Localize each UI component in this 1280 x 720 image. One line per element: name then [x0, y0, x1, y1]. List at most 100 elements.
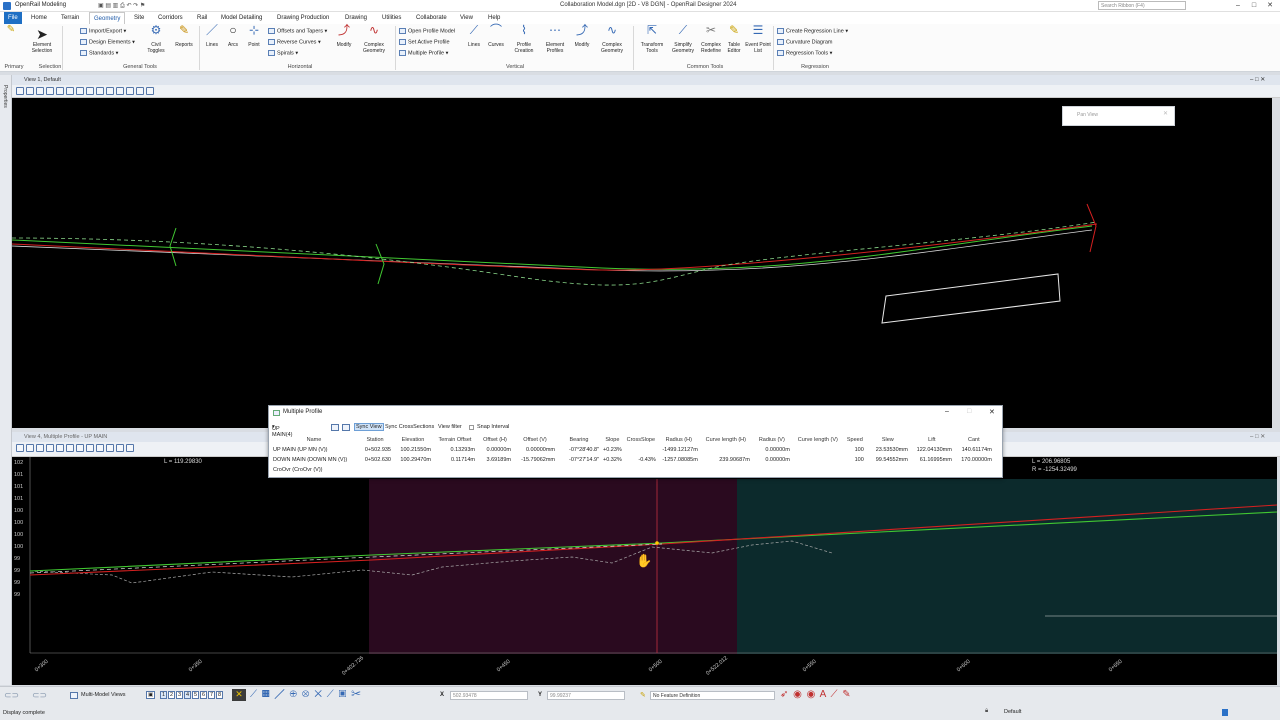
copy-view-icon[interactable]: [126, 87, 134, 95]
table-editor-button[interactable]: ✎ Table Editor: [723, 24, 745, 54]
view1-scrollbar[interactable]: [1272, 98, 1280, 428]
rotate-view-icon[interactable]: [86, 87, 94, 95]
offsets-tapers-button[interactable]: Offsets and Tapers ▾: [268, 28, 327, 34]
clip-volume-icon[interactable]: [136, 87, 144, 95]
view-next-icon[interactable]: [116, 87, 124, 95]
save-view-icon[interactable]: [116, 444, 124, 452]
column-header[interactable]: CrossSlope: [624, 435, 658, 445]
column-header[interactable]: Elevation: [393, 435, 433, 445]
arcs-button[interactable]: ○ Arcs: [224, 24, 242, 48]
vertical-modify-button[interactable]: ⤴ Modify: [571, 24, 593, 48]
column-header[interactable]: Cant: [954, 435, 994, 445]
dialog-minimize-button[interactable]: –: [945, 408, 949, 415]
zoom-out-icon[interactable]: [56, 444, 64, 452]
tab-terrain[interactable]: Terrain: [57, 12, 83, 24]
column-header[interactable]: Slope: [601, 435, 624, 445]
multi-model-views-label[interactable]: Multi-Model Views: [81, 692, 126, 698]
close-button[interactable]: ✕: [1262, 0, 1278, 11]
simplify-geometry-button[interactable]: ⟋ Simplify Geometry: [669, 24, 697, 54]
active-profile-select[interactable]: UP MAIN(4) ▾: [272, 424, 292, 438]
fit-view-icon[interactable]: [76, 444, 84, 452]
civil-toggles-button[interactable]: ⚙ Civil Toggles: [144, 24, 168, 54]
view-button-2[interactable]: 2: [168, 691, 176, 699]
column-header[interactable]: Slew: [866, 435, 910, 445]
window-area-icon[interactable]: [66, 87, 74, 95]
properties-panel-tab[interactable]: Properties: [0, 75, 12, 685]
views-icon[interactable]: [70, 692, 78, 699]
list-view-icon[interactable]: [342, 424, 350, 431]
lock-icon[interactable]: 🔒︎: [985, 708, 988, 715]
tab-geometry[interactable]: Geometry: [89, 12, 126, 24]
saved-views-icon[interactable]: [146, 87, 154, 95]
view-group-icon[interactable]: ▣: [146, 691, 156, 699]
complex-geometry-button[interactable]: ∿ Complex Geometry: [359, 24, 389, 54]
standards-button[interactable]: Standards ▾: [80, 50, 118, 56]
table-row[interactable]: CroOvr (CroOvr (V)): [271, 465, 994, 475]
view-previous-icon[interactable]: [96, 444, 104, 452]
transform-tools-button[interactable]: ⇱ Transform Tools: [637, 24, 667, 54]
dialog-maximize-button[interactable]: □: [967, 408, 971, 415]
regression-tools-button[interactable]: Regression Tools ▾: [777, 50, 832, 56]
snap-tools-icon[interactable]: ⟋ ▦ ╱ ⊕ ⊗ ✕ ⟋ ▣ ✂: [250, 689, 362, 700]
view1-canvas[interactable]: [12, 98, 1277, 428]
tab-site[interactable]: Site: [130, 12, 148, 24]
column-header[interactable]: Offset (H): [477, 435, 513, 445]
view-next-icon[interactable]: [106, 444, 114, 452]
vertical-lines-button[interactable]: ⟋ Lines: [464, 24, 484, 48]
primary-tools-icon[interactable]: ✎: [4, 25, 18, 42]
profile-creation-button[interactable]: ⌇ Profile Creation: [510, 24, 538, 54]
modify-button[interactable]: ⤴ Modify: [333, 24, 355, 48]
zoom-in-icon[interactable]: [46, 444, 54, 452]
table-row[interactable]: DOWN MAIN (DOWN MN (V)) 0+502.630 100.29…: [271, 455, 994, 465]
display-style-icon[interactable]: [26, 444, 34, 452]
nav-forward-icon[interactable]: ⊂⊃: [32, 690, 47, 701]
tab-collaborate[interactable]: Collaborate: [412, 12, 451, 24]
column-header[interactable]: Radius (H): [658, 435, 700, 445]
grid-view-icon[interactable]: [331, 424, 339, 431]
minimize-button[interactable]: –: [1230, 0, 1246, 11]
nav-back-icon[interactable]: ⊂⊃: [4, 690, 19, 701]
vertical-complex-geometry-button[interactable]: ∿ Complex Geometry: [597, 24, 627, 54]
tab-utilities[interactable]: Utilities: [378, 12, 405, 24]
set-active-profile-button[interactable]: Set Active Profile: [399, 39, 450, 45]
ribbon-search-input[interactable]: Search Ribbon (F4): [1098, 1, 1186, 10]
quick-access-toolbar-icon[interactable]: ▣ ▤ ▥ ⎙ ↶ ↷ ⚑: [98, 2, 145, 10]
design-elements-button[interactable]: Design Elements ▾: [80, 39, 135, 45]
x-coordinate-field[interactable]: 502.93478: [450, 691, 528, 700]
reverse-curves-button[interactable]: Reverse Curves ▾: [268, 39, 321, 45]
view-attributes-icon[interactable]: [16, 444, 24, 452]
profile-view-canvas[interactable]: L = 119.29830 L = 206.96805 R = -1254.32…: [12, 457, 1277, 685]
civil-tools-icon[interactable]: ➶ ◉ ◉ A ⟋ ✎: [780, 689, 852, 700]
element-selection-tool-icon[interactable]: ✕: [232, 689, 246, 701]
spirals-button[interactable]: Spirals ▾: [268, 50, 298, 56]
sync-view-toggle[interactable]: Sync View: [354, 423, 384, 431]
column-header[interactable]: Name: [271, 435, 357, 445]
column-header[interactable]: Curve length (V): [792, 435, 844, 445]
window-area-icon[interactable]: [66, 444, 74, 452]
pan-view-window[interactable]: Pan View ✕: [1062, 106, 1175, 126]
event-point-list-button[interactable]: ☰ Event Point List: [745, 24, 771, 54]
view2-window-controls[interactable]: – □ ✕: [1250, 433, 1265, 440]
lines-button[interactable]: ／ Lines: [202, 24, 222, 48]
column-header[interactable]: Station: [357, 435, 393, 445]
view-filter-button[interactable]: View filter: [438, 424, 462, 430]
view-previous-icon[interactable]: [106, 87, 114, 95]
dialog-close-button[interactable]: ✕: [989, 408, 995, 416]
tab-home[interactable]: Home: [27, 12, 51, 24]
feature-definition-select[interactable]: No Feature Definition: [650, 691, 775, 700]
zoom-in-icon[interactable]: [46, 87, 54, 95]
sync-cross-sections-toggle[interactable]: Sync CrossSections: [385, 424, 434, 430]
view-button-4[interactable]: 4: [184, 691, 192, 699]
complex-redefine-button[interactable]: ✂ Complex Redefine: [697, 24, 725, 54]
workspace-name[interactable]: OpenRail Modeling: [15, 2, 66, 8]
pan-view-icon[interactable]: [86, 444, 94, 452]
column-header[interactable]: Terrain Offset: [433, 435, 477, 445]
reports-button[interactable]: ✎ Reports: [172, 24, 196, 48]
pan-view-icon[interactable]: [96, 87, 104, 95]
tab-file[interactable]: File: [4, 12, 22, 24]
view-button-1[interactable]: 1: [160, 691, 168, 699]
maximize-button[interactable]: □: [1246, 0, 1262, 11]
element-profiles-button[interactable]: ⋯ Element Profiles: [541, 24, 569, 54]
clip-volume-icon[interactable]: [126, 444, 134, 452]
column-header[interactable]: Speed: [844, 435, 866, 445]
